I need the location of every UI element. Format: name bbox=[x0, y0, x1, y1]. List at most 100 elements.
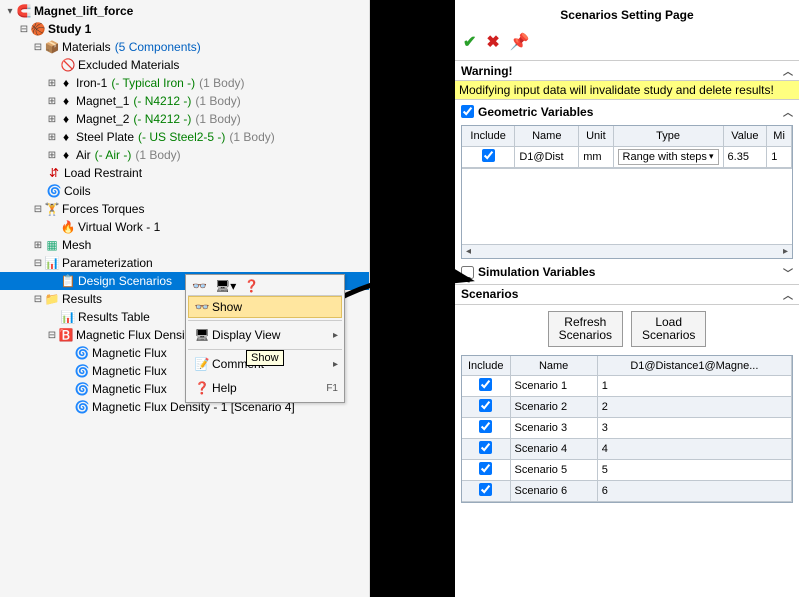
col-name[interactable]: Name bbox=[510, 356, 597, 376]
collapse-icon[interactable]: ⊟ bbox=[46, 329, 58, 341]
include-checkbox[interactable] bbox=[482, 149, 495, 162]
include-checkbox[interactable] bbox=[479, 441, 492, 454]
expand-icon[interactable]: ﹀ bbox=[783, 265, 793, 280]
tree-magnet2[interactable]: ⊞ ♦ Magnet_2 (- N4212 -) (1 Body) bbox=[0, 110, 369, 128]
scenarios-header[interactable]: Scenarios ︿ bbox=[455, 284, 799, 305]
include-checkbox[interactable] bbox=[479, 399, 492, 412]
tree-coils[interactable]: 🌀 Coils bbox=[0, 182, 369, 200]
scenario-name-cell[interactable]: Scenario 4 bbox=[510, 439, 597, 460]
tree-materials[interactable]: ⊟ 📦 Materials (5 Components) bbox=[0, 38, 369, 56]
scenario-row[interactable]: Scenario 22 bbox=[462, 397, 792, 418]
geo-name-cell[interactable]: D1@Dist bbox=[515, 146, 579, 167]
scroll-right-icon[interactable]: ▸ bbox=[779, 246, 792, 257]
scenario-name-cell[interactable]: Scenario 3 bbox=[510, 418, 597, 439]
show-icon[interactable]: 👓 bbox=[192, 279, 207, 293]
col-min[interactable]: Mi bbox=[767, 126, 792, 146]
scenario-row[interactable]: Scenario 55 bbox=[462, 460, 792, 481]
expand-icon[interactable]: ⊞ bbox=[46, 77, 58, 89]
tree-iron[interactable]: ⊞ ♦ Iron-1 (- Typical Iron -) (1 Body) bbox=[0, 74, 369, 92]
scenario-row[interactable]: Scenario 44 bbox=[462, 439, 792, 460]
tree-mesh[interactable]: ⊞ ▦ Mesh bbox=[0, 236, 369, 254]
collapse-icon[interactable]: ⊟ bbox=[32, 41, 44, 53]
include-checkbox[interactable] bbox=[479, 462, 492, 475]
tree-forces[interactable]: ⊟ 🏋️ Forces Torques bbox=[0, 200, 369, 218]
tree-magnet1[interactable]: ⊞ ♦ Magnet_1 (- N4212 -) (1 Body) bbox=[0, 92, 369, 110]
collapse-icon[interactable]: ︿ bbox=[783, 104, 793, 119]
scenario-name-cell[interactable]: Scenario 6 bbox=[510, 481, 597, 502]
include-checkbox[interactable] bbox=[479, 378, 492, 391]
collapse-icon[interactable]: ⊟ bbox=[32, 203, 44, 215]
col-name[interactable]: Name bbox=[515, 126, 579, 146]
expand-icon[interactable]: ⊞ bbox=[46, 113, 58, 125]
tree-study[interactable]: ⊟ 🏀 Study 1 bbox=[0, 20, 369, 38]
sim-vars-checkbox[interactable] bbox=[461, 266, 474, 279]
help-icon[interactable]: ❓ bbox=[244, 279, 259, 293]
geo-value-cell[interactable]: 6.35 bbox=[723, 146, 767, 167]
tree-virtual-work[interactable]: 🔥 Virtual Work - 1 bbox=[0, 218, 369, 236]
excluded-icon: 🚫 bbox=[60, 57, 76, 73]
collapse-icon[interactable]: ⊟ bbox=[18, 23, 30, 35]
pin-icon[interactable]: 📌 bbox=[510, 32, 530, 52]
collapse-icon[interactable]: ︿ bbox=[783, 63, 793, 78]
collapse-icon[interactable]: ︿ bbox=[783, 287, 793, 302]
col-include[interactable]: Include bbox=[462, 356, 510, 376]
scenario-value-cell[interactable]: 2 bbox=[597, 397, 791, 418]
tree-parameterization[interactable]: ⊟ 📊 Parameterization bbox=[0, 254, 369, 272]
scenario-value-cell[interactable]: 1 bbox=[597, 376, 791, 397]
type-dropdown[interactable]: Range with steps▾ bbox=[618, 149, 719, 165]
ctx-show[interactable]: 👓 Show bbox=[188, 296, 342, 318]
col-unit[interactable]: Unit bbox=[579, 126, 613, 146]
submenu-arrow-icon: ▸ bbox=[333, 359, 338, 370]
scenario-name-cell[interactable]: Scenario 1 bbox=[510, 376, 597, 397]
refresh-scenarios-button[interactable]: Refresh Scenarios bbox=[548, 311, 623, 347]
geo-unit-cell[interactable]: mm bbox=[579, 146, 613, 167]
load-scenarios-button[interactable]: Load Scenarios bbox=[631, 311, 706, 347]
scenario-row[interactable]: Scenario 11 bbox=[462, 376, 792, 397]
geo-row[interactable]: D1@Dist mm Range with steps▾ 6.35 1 bbox=[462, 146, 792, 167]
scenario-row[interactable]: Scenario 33 bbox=[462, 418, 792, 439]
expand-icon[interactable]: ⊞ bbox=[46, 95, 58, 107]
collapse-icon[interactable]: ▾ bbox=[4, 5, 16, 17]
ok-icon[interactable]: ✔ bbox=[463, 32, 476, 52]
include-checkbox[interactable] bbox=[479, 483, 492, 496]
col-type[interactable]: Type bbox=[613, 126, 723, 146]
tree-air[interactable]: ⊞ ♦ Air (- Air -) (1 Body) bbox=[0, 146, 369, 164]
display-dropdown-icon[interactable]: 🖥▾ bbox=[215, 279, 236, 293]
tree-excluded-materials[interactable]: 🚫 Excluded Materials bbox=[0, 56, 369, 74]
col-value[interactable]: Value bbox=[723, 126, 767, 146]
include-checkbox[interactable] bbox=[479, 420, 492, 433]
root-label: Magnet_lift_force bbox=[34, 4, 133, 18]
divider-gap bbox=[370, 0, 455, 597]
geometric-variables-header[interactable]: Geometric Variables ︿ bbox=[455, 100, 799, 123]
tree-steel[interactable]: ⊞ ♦ Steel Plate (- US Steel2-5 -) (1 Bod… bbox=[0, 128, 369, 146]
ctx-help[interactable]: ❓ Help F1 bbox=[188, 376, 342, 400]
scenario-value-cell[interactable]: 4 bbox=[597, 439, 791, 460]
warning-header[interactable]: Warning! ︿ bbox=[455, 60, 799, 81]
ctx-display-view[interactable]: 🖥 Display View ▸ bbox=[188, 323, 342, 347]
col-include[interactable]: Include bbox=[462, 126, 515, 146]
flux-icon: 🌀 bbox=[74, 363, 90, 379]
collapse-icon[interactable]: ⊟ bbox=[32, 293, 44, 305]
scenario-name-cell[interactable]: Scenario 2 bbox=[510, 397, 597, 418]
tree-load-restraint[interactable]: ⇵ Load Restraint bbox=[0, 164, 369, 182]
study-icon: 🏀 bbox=[30, 21, 46, 37]
tree-root[interactable]: ▾ 🧲 Magnet_lift_force bbox=[0, 2, 369, 20]
scenario-value-cell[interactable]: 6 bbox=[597, 481, 791, 502]
context-menu: 👓 🖥▾ ❓ 👓 Show 🖥 Display View ▸ 📝 Comment… bbox=[185, 274, 345, 403]
simulation-variables-header[interactable]: Simulation Variables ﹀ bbox=[455, 261, 799, 284]
collapse-icon[interactable]: ⊟ bbox=[32, 257, 44, 269]
scenario-row[interactable]: Scenario 66 bbox=[462, 481, 792, 502]
flux-icon: 🌀 bbox=[74, 345, 90, 361]
expand-icon[interactable]: ⊞ bbox=[32, 239, 44, 251]
geo-min-cell[interactable]: 1 bbox=[767, 146, 792, 167]
scenario-value-cell[interactable]: 3 bbox=[597, 418, 791, 439]
col-distance[interactable]: D1@Distance1@Magne... bbox=[597, 356, 791, 376]
expand-icon[interactable]: ⊞ bbox=[46, 149, 58, 161]
cancel-icon[interactable]: ✖ bbox=[486, 32, 499, 52]
geo-vars-checkbox[interactable] bbox=[461, 105, 474, 118]
scenario-name-cell[interactable]: Scenario 5 bbox=[510, 460, 597, 481]
scroll-left-icon[interactable]: ◂ bbox=[462, 246, 475, 257]
scenario-value-cell[interactable]: 5 bbox=[597, 460, 791, 481]
page-title: Scenarios Setting Page bbox=[455, 0, 799, 28]
expand-icon[interactable]: ⊞ bbox=[46, 131, 58, 143]
